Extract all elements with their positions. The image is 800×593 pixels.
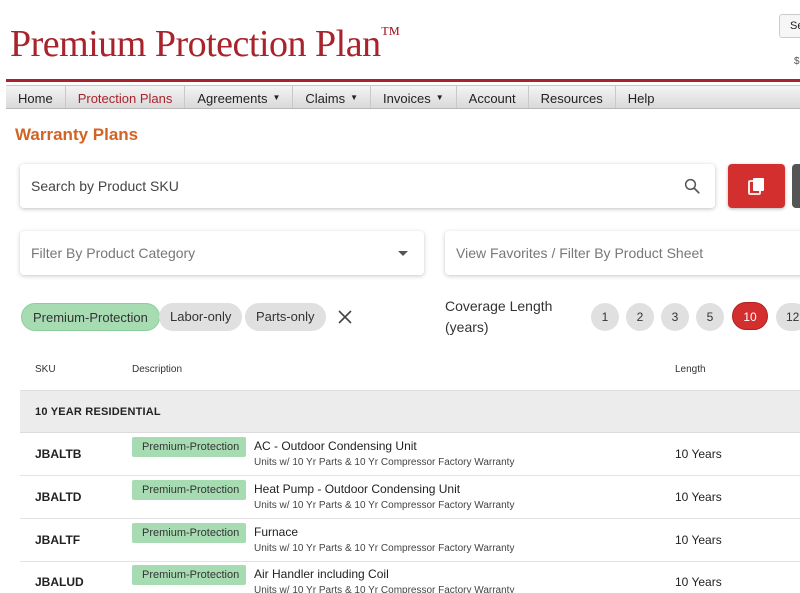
nav-account-label: Account — [468, 91, 516, 106]
nav-invoices[interactable]: Invoices ▼ — [371, 86, 457, 108]
nav-home-label: Home — [18, 91, 53, 106]
row-plan-badge: Premium-Protection — [132, 437, 246, 457]
group-label: 10 YEAR RESIDENTIAL — [35, 406, 161, 418]
row-subtitle: Units w/ 10 Yr Parts & 10 Yr Compressor … — [254, 500, 515, 511]
coverage-option-3[interactable]: 3 — [661, 303, 689, 331]
row-sku: JBALTF — [35, 533, 81, 547]
product-sheet-button[interactable] — [728, 164, 785, 208]
nav-protection-plans-label: Protection Plans — [77, 91, 173, 106]
row-plan-badge: Premium-Protection — [132, 480, 246, 500]
row-length: 10 Years — [675, 533, 722, 547]
category-filter-select[interactable]: Filter By Product Category — [20, 231, 424, 275]
nav-resources-label: Resources — [540, 91, 603, 106]
row-plan-badge: Premium-Protection — [132, 523, 246, 543]
nav-agreements-label: Agreements — [197, 91, 268, 106]
nav-help-label: Help — [627, 91, 655, 106]
category-filter-placeholder: Filter By Product Category — [31, 245, 196, 261]
row-title: Air Handler including Coil — [254, 567, 389, 581]
row-length: 10 Years — [675, 447, 722, 461]
row-subtitle: Units w/ 10 Yr Parts & 10 Yr Compressor … — [254, 543, 515, 554]
row-length: 10 Years — [675, 575, 722, 589]
top-right-text: $ — [794, 56, 800, 67]
search-icon[interactable] — [683, 177, 701, 195]
main-nav: Home Protection Plans Agreements ▼ Claims… — [6, 85, 800, 109]
document-copy-icon — [748, 178, 764, 195]
caret-down-icon: ▼ — [435, 93, 444, 102]
row-title: AC - Outdoor Condensing Unit — [254, 439, 417, 453]
brand-name: Premium Protection Plan — [10, 23, 381, 65]
page-title: Warranty Plans — [15, 125, 139, 144]
table-row[interactable]: JBALTB Premium-Protection AC - Outdoor C… — [20, 433, 800, 476]
column-header-sku[interactable]: SKU — [35, 364, 56, 375]
trademark-mark: ™ — [380, 23, 401, 45]
nav-help[interactable]: Help — [616, 86, 667, 108]
table-group-row: 10 YEAR RESIDENTIAL — [20, 390, 800, 433]
table-row[interactable]: JBALUD Premium-Protection Air Handler in… — [20, 561, 800, 593]
row-plan-badge: Premium-Protection — [132, 565, 246, 585]
brand-logo[interactable]: Premium Protection Plan™ — [10, 22, 400, 66]
coverage-option-5[interactable]: 5 — [696, 303, 724, 331]
nav-home[interactable]: Home — [6, 86, 66, 108]
nav-claims-label: Claims — [305, 91, 346, 106]
nav-protection-plans[interactable]: Protection Plans — [66, 86, 186, 108]
clear-filters-close-icon[interactable] — [336, 308, 354, 326]
caret-down-icon: ▼ — [350, 93, 359, 102]
coverage-length-label: Coverage Length (years) — [445, 298, 553, 335]
top-right-button[interactable]: Se — [779, 14, 800, 38]
coverage-option-1[interactable]: 1 — [591, 303, 619, 331]
column-header-length[interactable]: Length — [675, 364, 706, 375]
row-sku: JBALTD — [35, 490, 82, 504]
chip-parts-only[interactable]: Parts-only — [245, 303, 326, 331]
coverage-option-12[interactable]: 12 — [776, 303, 800, 331]
nav-resources[interactable]: Resources — [529, 86, 616, 108]
favorites-filter-placeholder: View Favorites / Filter By Product Sheet — [456, 245, 704, 261]
column-header-description[interactable]: Description — [132, 364, 182, 375]
chip-labor-only[interactable]: Labor-only — [159, 303, 243, 331]
caret-down-icon: ▼ — [272, 93, 281, 102]
row-subtitle: Units w/ 10 Yr Parts & 10 Yr Compressor … — [254, 457, 515, 468]
nav-claims[interactable]: Claims ▼ — [293, 86, 372, 108]
row-sku: JBALUD — [35, 575, 84, 589]
row-sku: JBALTB — [35, 447, 82, 461]
row-title: Furnace — [254, 525, 299, 539]
nav-account[interactable]: Account — [457, 86, 529, 108]
search-box — [20, 164, 715, 208]
coverage-option-2[interactable]: 2 — [626, 303, 654, 331]
row-subtitle: Units w/ 10 Yr Parts & 10 Yr Compressor … — [254, 585, 515, 593]
chip-premium-protection[interactable]: Premium-Protection — [21, 303, 160, 331]
secondary-action-button[interactable] — [792, 164, 800, 208]
search-input[interactable] — [20, 164, 620, 208]
nav-agreements[interactable]: Agreements ▼ — [185, 86, 294, 108]
coverage-option-10[interactable]: 10 — [732, 302, 768, 330]
nav-invoices-label: Invoices — [383, 91, 431, 106]
dropdown-arrow-icon — [398, 251, 408, 256]
header-divider — [6, 79, 800, 82]
favorites-filter-select[interactable]: View Favorites / Filter By Product Sheet — [445, 231, 800, 275]
table-row[interactable]: JBALTD Premium-Protection Heat Pump - Ou… — [20, 476, 800, 519]
table-row[interactable]: JBALTF Premium-Protection Furnace Units … — [20, 519, 800, 562]
row-length: 10 Years — [675, 490, 722, 504]
row-title: Heat Pump - Outdoor Condensing Unit — [254, 482, 461, 496]
